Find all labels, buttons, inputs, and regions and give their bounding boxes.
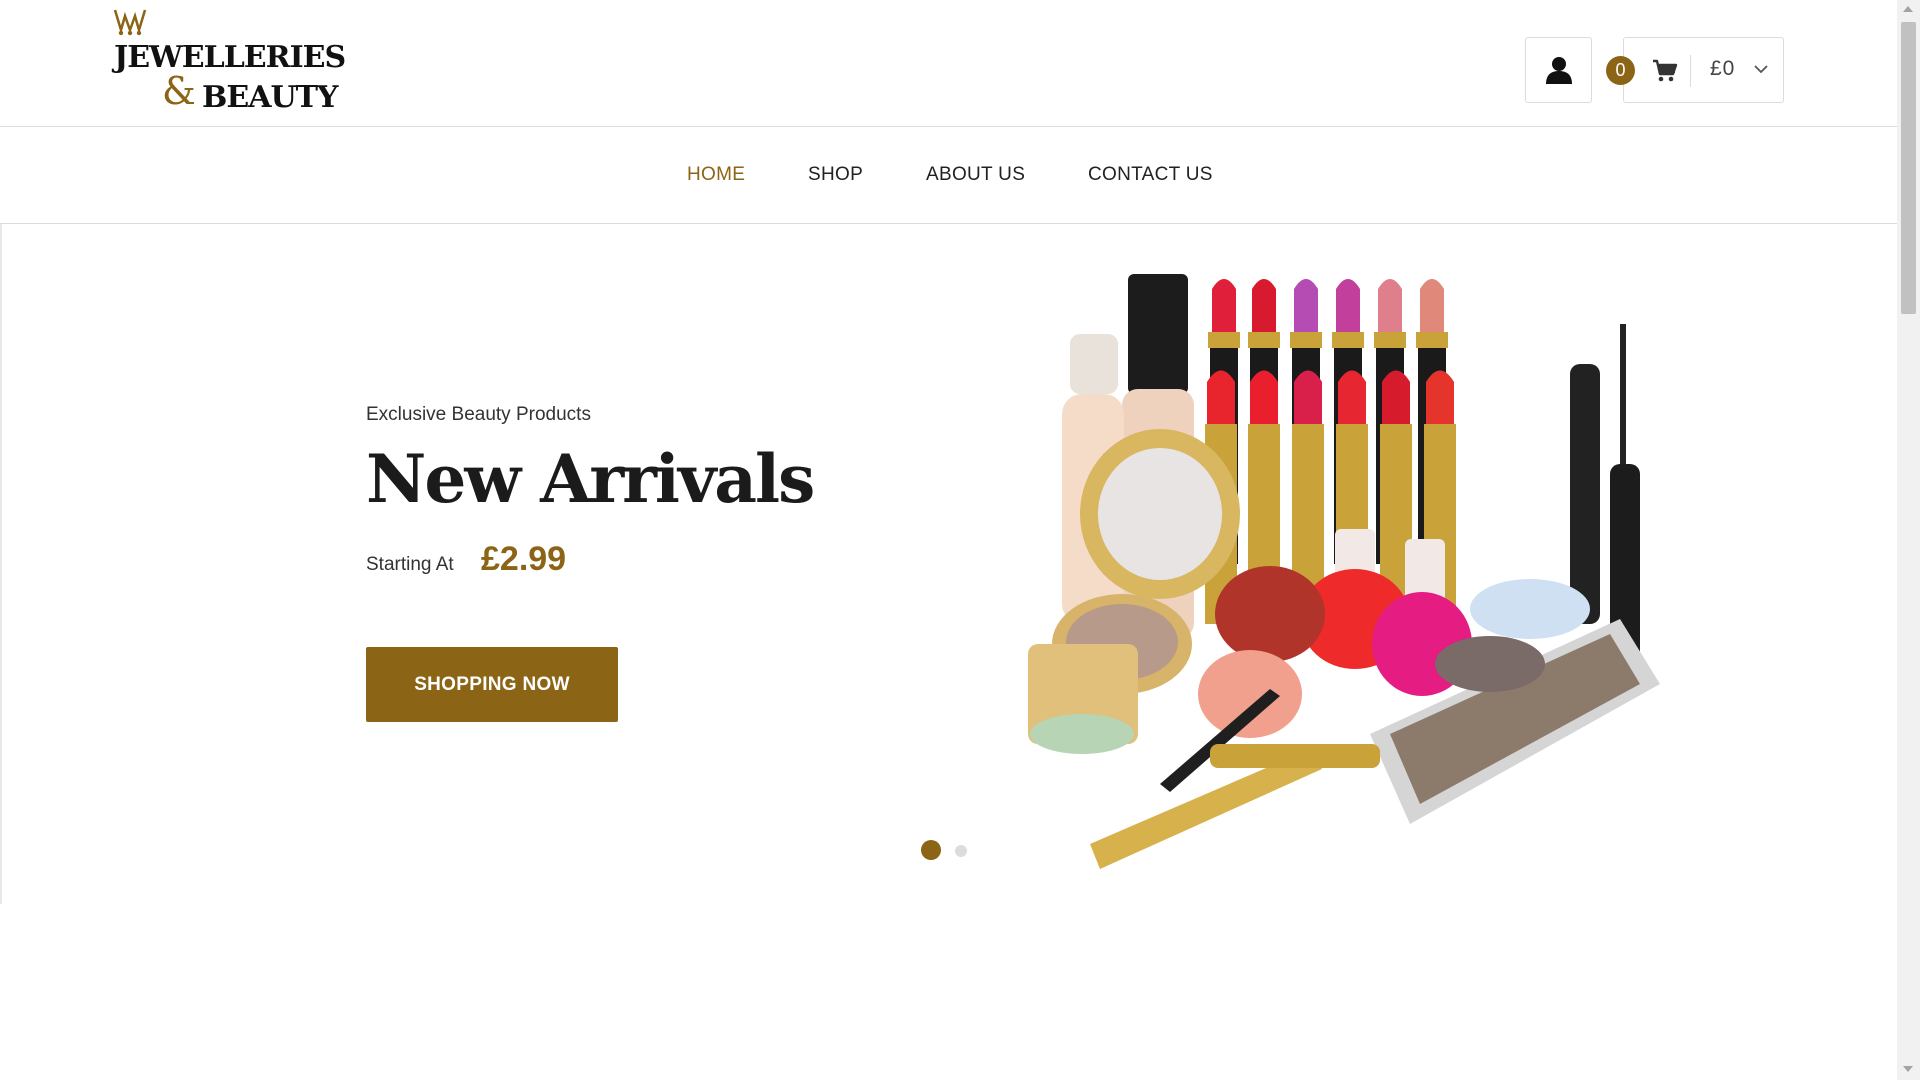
page-scrollbar[interactable] bbox=[1897, 0, 1920, 1080]
user-icon bbox=[1545, 57, 1572, 84]
hero-eyebrow: Exclusive Beauty Products bbox=[366, 404, 591, 425]
hero-title: New Arrivals bbox=[366, 440, 815, 518]
cart-total: £0 bbox=[1710, 57, 1736, 80]
nav-item-about-us[interactable]: ABOUT US bbox=[926, 164, 1025, 186]
scroll-down-arrow-icon[interactable] bbox=[1903, 1066, 1913, 1072]
site-header: JEWELLERIES & BEAUTY 0 £0 bbox=[0, 0, 1897, 127]
hero-edge bbox=[0, 224, 2, 904]
scroll-thumb[interactable] bbox=[1901, 22, 1916, 314]
main-nav: HOME SHOP ABOUT US CONTACT US bbox=[0, 127, 1897, 224]
site-logo[interactable]: JEWELLERIES & BEAUTY bbox=[112, 8, 362, 115]
scroll-up-arrow-icon[interactable] bbox=[1903, 6, 1913, 12]
account-button[interactable] bbox=[1525, 37, 1592, 103]
nav-item-home[interactable]: HOME bbox=[687, 164, 745, 186]
cart-icon bbox=[1653, 59, 1678, 82]
slider-dot-1[interactable] bbox=[921, 840, 941, 860]
nav-item-contact-us[interactable]: CONTACT US bbox=[1088, 164, 1213, 186]
cosmetics-image bbox=[1028, 274, 1660, 869]
shopping-now-button[interactable]: SHOPPING NOW bbox=[366, 647, 618, 722]
cart-divider bbox=[1690, 55, 1691, 87]
logo-ampersand: & bbox=[162, 69, 196, 113]
slider-dot-2[interactable] bbox=[955, 845, 967, 857]
hero-price: £2.99 bbox=[481, 540, 567, 578]
cart-button[interactable]: £0 bbox=[1623, 37, 1784, 103]
crown-icon bbox=[113, 9, 147, 36]
starting-label: Starting At bbox=[366, 554, 454, 575]
nav-item-shop[interactable]: SHOP bbox=[808, 164, 863, 186]
hero-slider: Exclusive Beauty Products New Arrivals S… bbox=[0, 224, 1897, 904]
logo-text-line1: JEWELLERIES bbox=[114, 40, 346, 75]
logo-text-line2: BEAUTY bbox=[202, 80, 338, 115]
cart-count-badge: 0 bbox=[1606, 56, 1635, 85]
chevron-down-icon[interactable] bbox=[1754, 64, 1768, 74]
